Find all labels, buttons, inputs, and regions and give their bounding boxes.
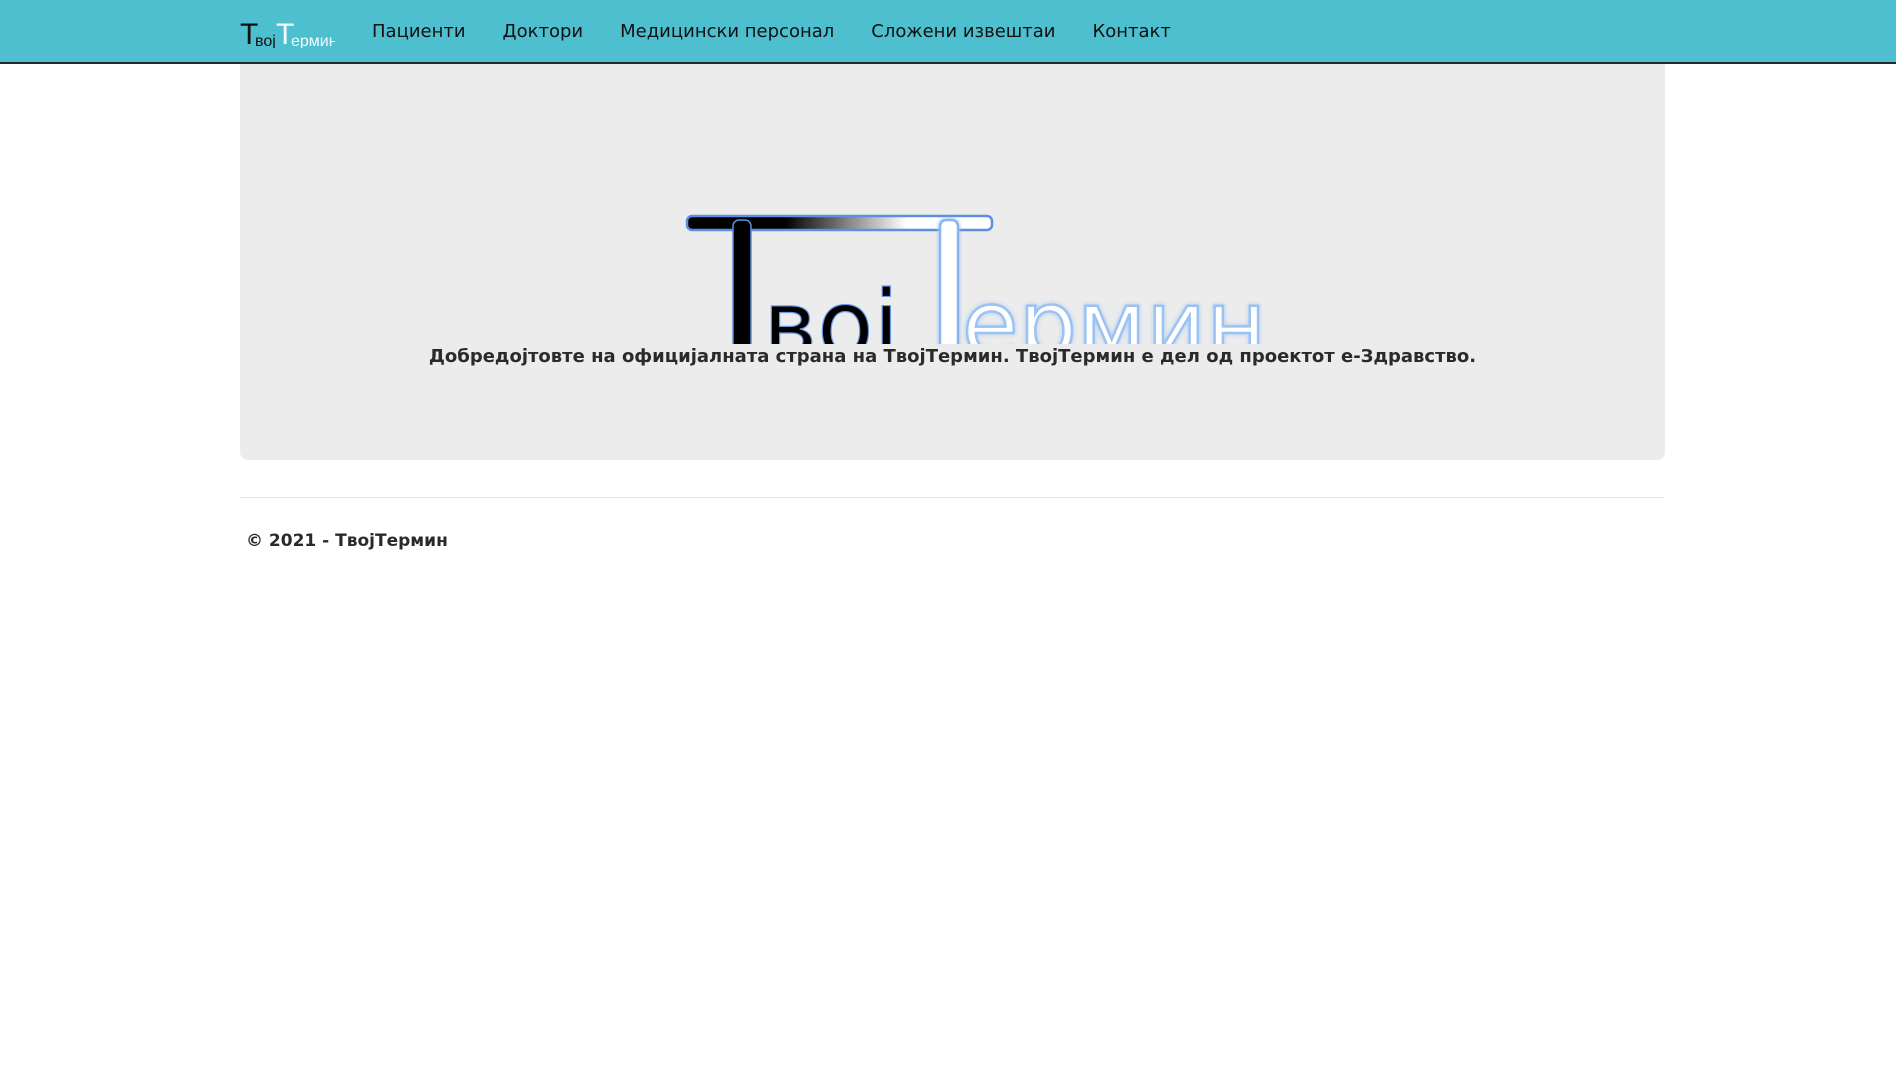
svg-text:ермин: ермин [962, 271, 1266, 344]
nav-item-contact: Контакт [1092, 21, 1207, 42]
nav-link-complex-reports[interactable]: Сложени извештаи [871, 21, 1055, 42]
brand-logo-link[interactable]: Т вој Т ермин [240, 18, 338, 51]
brand-logo: Т вој Т ермин [240, 18, 338, 51]
main-nav: Пациенти Доктори Медицински персонал Сло… [372, 0, 1208, 62]
welcome-text: Добредојтовте на официјалната страна на … [428, 346, 1477, 367]
top-navbar: Т вој Т ермин Пациенти Доктори Медицинск… [0, 0, 1896, 64]
nav-link-medical-staff[interactable]: Медицински персонал [620, 21, 834, 42]
copyright-text: © 2021 - ТвојТермин [246, 531, 448, 551]
nav-item-complex-reports: Сложени извештаи [871, 21, 1092, 42]
svg-text:ермин: ермин [291, 33, 335, 48]
nav-link-contact[interactable]: Контакт [1092, 21, 1170, 42]
hero-jumbotron: вој ермин Добредојтовте на официјалната … [240, 64, 1665, 460]
nav-link-patients[interactable]: Пациенти [372, 21, 466, 42]
nav-item-patients: Пациенти [372, 21, 503, 42]
hero-logo: вој ермин [685, 214, 1268, 344]
nav-item-doctors: Доктори [503, 21, 621, 42]
nav-link-doctors[interactable]: Доктори [503, 21, 584, 42]
nav-item-medical-staff: Медицински персонал [620, 21, 871, 42]
svg-text:вој: вој [255, 33, 276, 48]
footer-divider [240, 497, 1665, 498]
svg-text:вој: вој [763, 271, 899, 344]
